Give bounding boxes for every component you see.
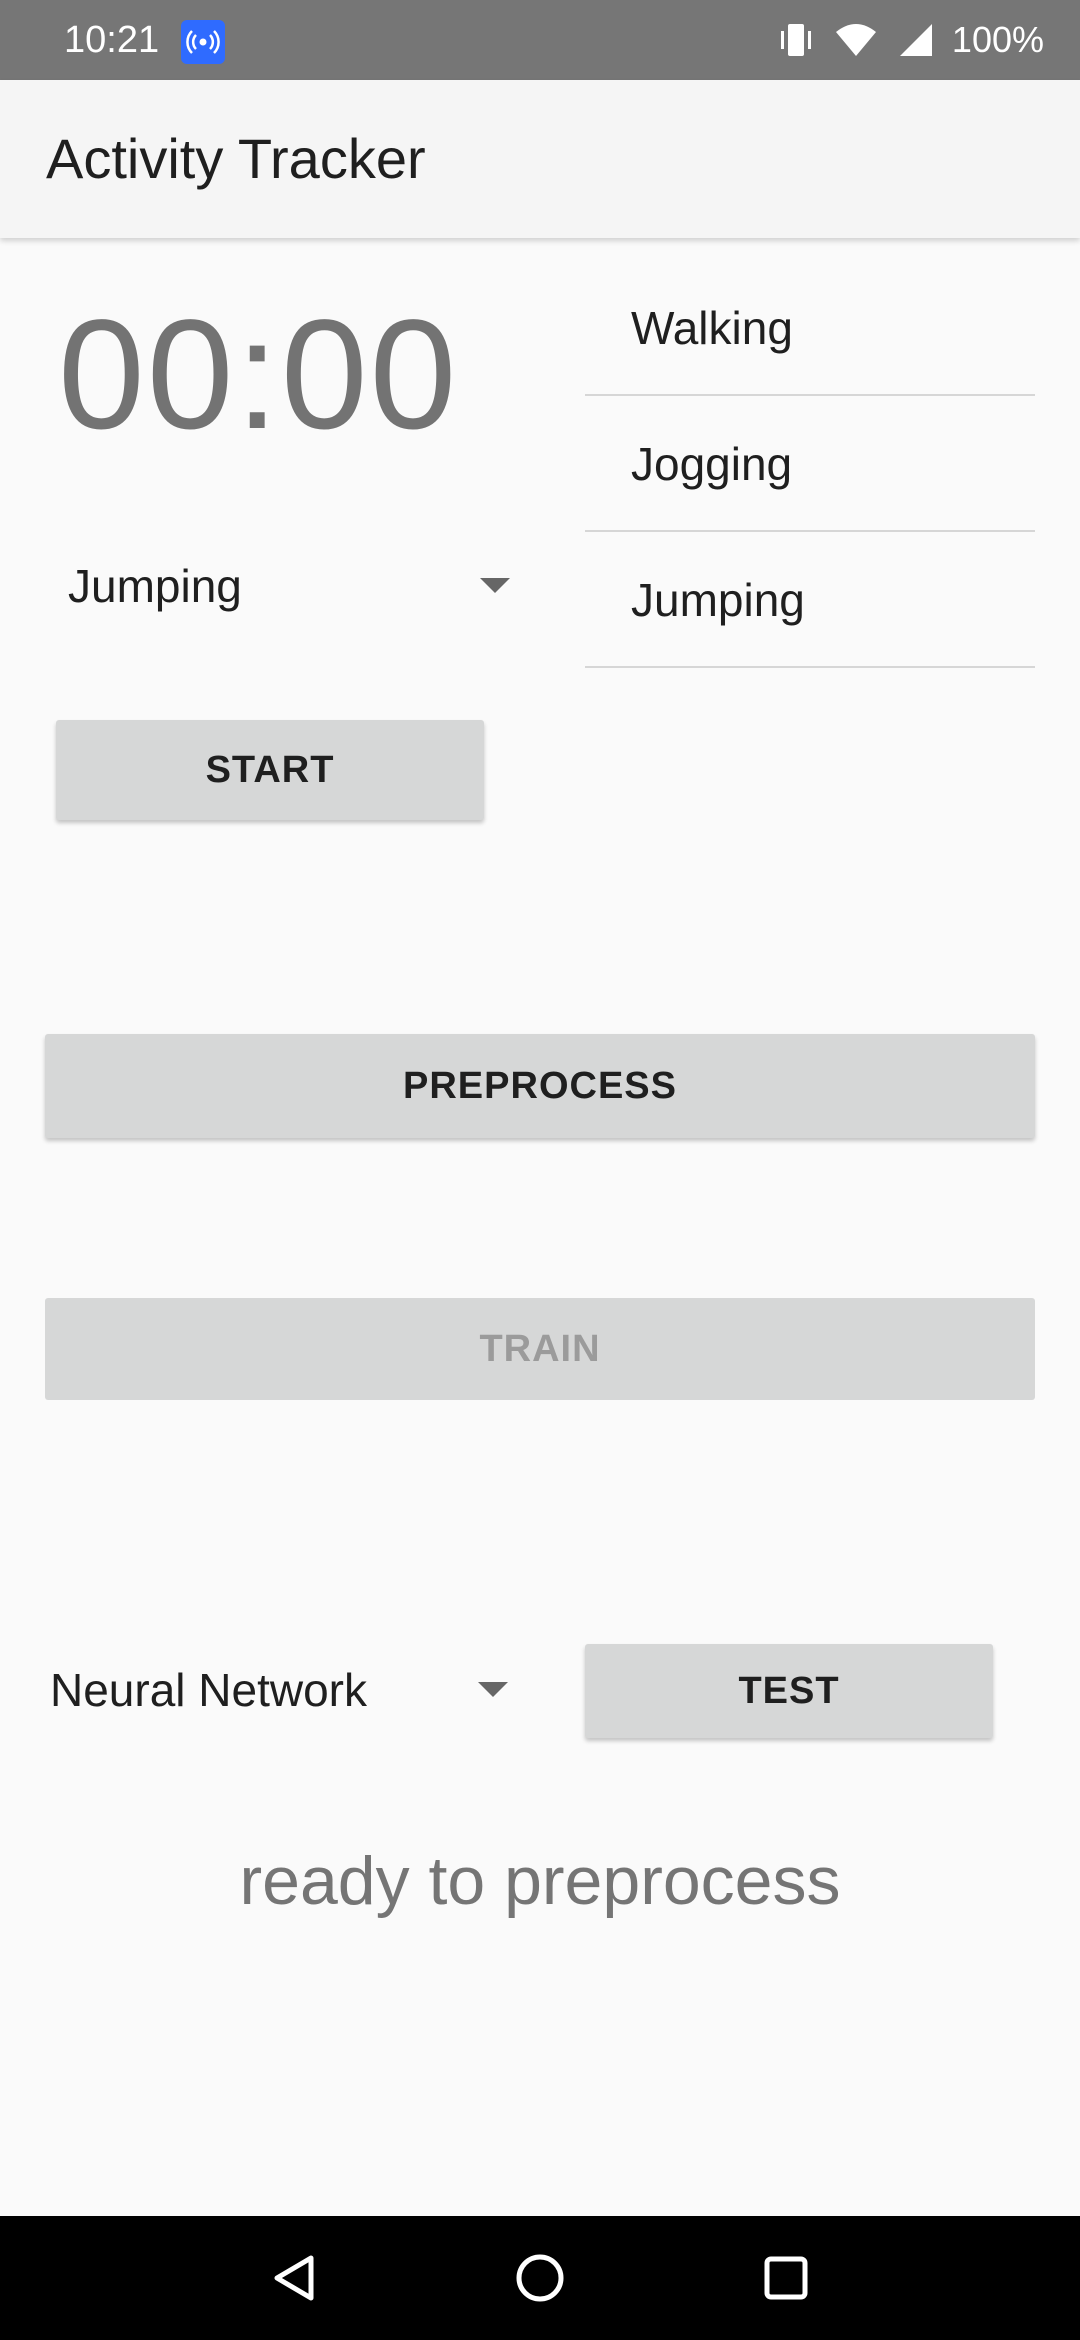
start-button[interactable]: START bbox=[56, 720, 484, 820]
dropdown-arrow-icon bbox=[480, 578, 510, 593]
navigation-bar bbox=[0, 2216, 1080, 2340]
activity-list: Walking Jogging Jumping bbox=[585, 260, 1035, 668]
train-button[interactable]: TRAIN bbox=[45, 1298, 1035, 1400]
battery-level: 100% bbox=[951, 19, 1044, 60]
status-time: 10:21 bbox=[64, 19, 160, 61]
test-button[interactable]: TEST bbox=[585, 1644, 993, 1738]
vibrate-icon bbox=[780, 24, 811, 56]
app-bar: Activity Tracker bbox=[0, 80, 1080, 238]
activity-spinner[interactable]: Jumping bbox=[68, 556, 510, 616]
preprocess-button[interactable]: PREPROCESS bbox=[45, 1034, 1035, 1138]
status-bar: 10:21 100% bbox=[0, 0, 1080, 80]
signal-icon bbox=[899, 24, 932, 56]
recents-icon[interactable] bbox=[746, 2238, 826, 2318]
activity-list-item-jogging[interactable]: Jogging bbox=[585, 396, 1035, 532]
wifi-icon bbox=[835, 24, 876, 56]
activity-list-item-jumping[interactable]: Jumping bbox=[585, 532, 1035, 668]
hotspot-icon bbox=[181, 20, 225, 64]
timer-display: 00:00 bbox=[58, 288, 459, 462]
activity-list-item-walking[interactable]: Walking bbox=[585, 260, 1035, 396]
status-icons: 100% bbox=[758, 0, 1044, 80]
dropdown-arrow-icon bbox=[478, 1682, 508, 1697]
back-icon[interactable] bbox=[253, 2238, 333, 2318]
home-icon[interactable] bbox=[500, 2238, 580, 2318]
activity-spinner-value: Jumping bbox=[68, 560, 242, 612]
app-title: Activity Tracker bbox=[46, 127, 426, 190]
model-spinner[interactable]: Neural Network bbox=[50, 1660, 550, 1720]
model-spinner-value: Neural Network bbox=[50, 1664, 367, 1716]
status-message: ready to preprocess bbox=[239, 1843, 841, 1919]
